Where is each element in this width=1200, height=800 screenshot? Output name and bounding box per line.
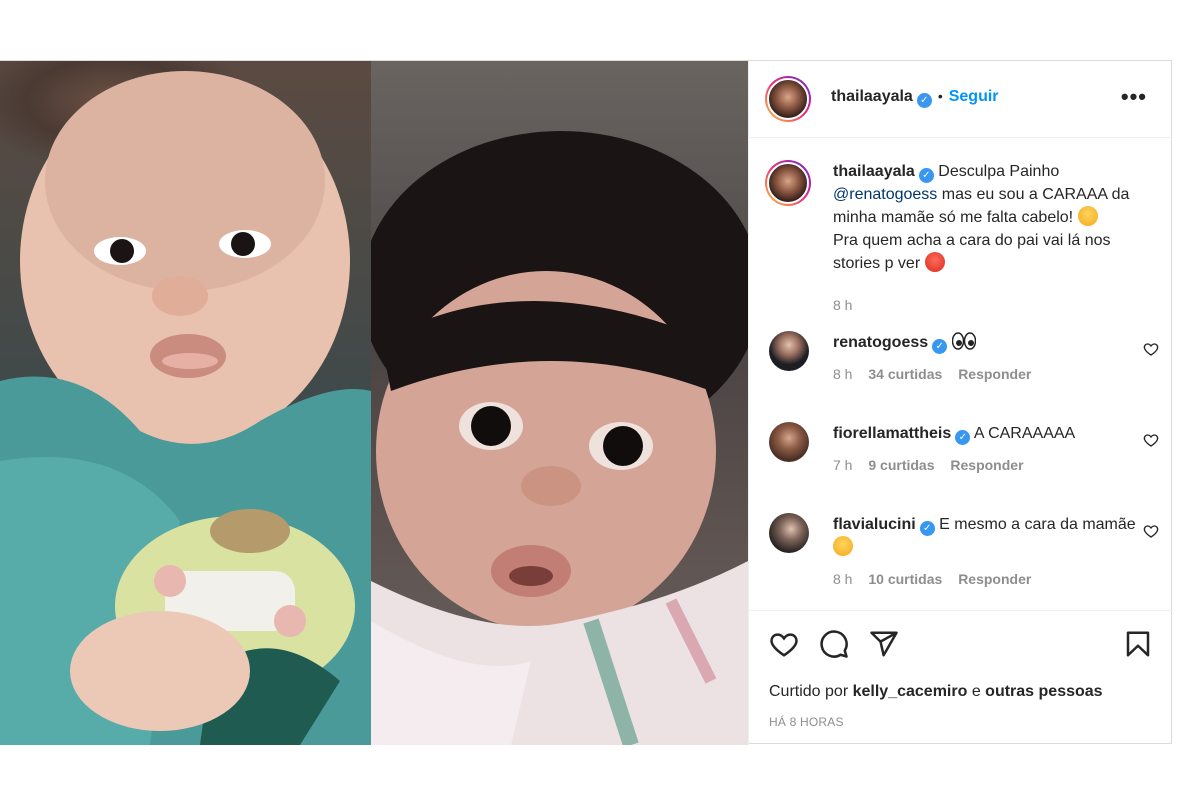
comment-like-heart-icon[interactable] xyxy=(1143,523,1159,539)
liked-by-others-link[interactable]: outras pessoas xyxy=(985,683,1102,700)
comment-username[interactable]: renatogoess xyxy=(833,334,928,351)
caption: thailaayala ✓ Desculpa Painho @renatogoes… xyxy=(765,160,1159,313)
comments-list[interactable]: thailaayala ✓ Desculpa Painho @renatogoes… xyxy=(749,138,1173,610)
comment-username[interactable]: fiorellamattheis xyxy=(833,425,951,442)
verified-badge-icon: ✓ xyxy=(916,93,932,108)
comment-item: flavialucini ✓ E mesmo a cara da mamãe 8 … xyxy=(769,513,1159,587)
comment-time[interactable]: 8 h xyxy=(833,571,852,587)
verified-badge-icon: ✓ xyxy=(932,339,948,354)
liked-by-joiner: e xyxy=(971,683,981,700)
comment-likes[interactable]: 9 curtidas xyxy=(868,457,934,473)
comment-meta: 7 h 9 curtidas Responder xyxy=(833,457,1159,473)
comment-username[interactable]: flavialucini xyxy=(833,516,916,533)
reply-button[interactable]: Responder xyxy=(958,366,1031,382)
verified-badge-icon: ✓ xyxy=(918,168,934,183)
comment-time[interactable]: 8 h xyxy=(833,366,852,382)
action-bar xyxy=(769,629,1153,659)
comment-item: renatogoess ✓ 8 h 34 curtidas Responder xyxy=(769,331,1159,382)
post-header: thailaayala ✓ • Seguir ••• xyxy=(749,61,1173,138)
instagram-post: thailaayala ✓ • Seguir ••• thailaayala ✓ Des… xyxy=(0,60,1173,745)
eyes-emoji xyxy=(951,332,976,350)
liked-by-user-link[interactable]: kelly_cacemiro xyxy=(853,683,968,700)
baby-photo-right xyxy=(371,61,748,745)
comment-avatar[interactable] xyxy=(769,422,809,462)
caption-meta: 8 h xyxy=(833,297,1159,313)
caption-text: thailaayala ✓ Desculpa Painho @renatogoes… xyxy=(833,160,1159,275)
post-image[interactable] xyxy=(0,61,748,745)
author-avatar[interactable] xyxy=(765,76,811,122)
reply-button[interactable]: Responder xyxy=(950,457,1023,473)
follow-button[interactable]: Seguir xyxy=(949,88,999,105)
comment-meta: 8 h 10 curtidas Responder xyxy=(833,571,1159,587)
caption-username[interactable]: thailaayala xyxy=(833,163,915,180)
hugging-face-emoji xyxy=(1077,206,1098,226)
heart-icon[interactable] xyxy=(769,629,799,659)
caption-text-start: Desculpa Painho xyxy=(938,163,1060,180)
comment-text: flavialucini ✓ E mesmo a cara da mamãe xyxy=(833,513,1159,559)
bookmark-icon[interactable] xyxy=(1123,629,1153,659)
comment-like-heart-icon[interactable] xyxy=(1143,341,1159,357)
comment-meta: 8 h 34 curtidas Responder xyxy=(833,366,1159,382)
comment-text: renatogoess ✓ xyxy=(833,331,1159,354)
verified-badge-icon: ✓ xyxy=(955,430,971,445)
paper-plane-icon[interactable] xyxy=(869,629,899,659)
post-timestamp[interactable]: HÁ 8 HORAS xyxy=(769,715,844,729)
comment-icon[interactable] xyxy=(819,629,849,659)
post-sidebar: thailaayala ✓ • Seguir ••• thailaayala ✓ Des… xyxy=(748,61,1173,745)
caption-time[interactable]: 8 h xyxy=(833,297,852,313)
caption-avatar[interactable] xyxy=(765,160,811,206)
caption-mention-link[interactable]: @renatogoess xyxy=(833,186,937,203)
comment-body: A CARAAAAA xyxy=(973,425,1076,442)
angry-face-emoji xyxy=(924,252,945,272)
verified-badge-icon: ✓ xyxy=(919,521,935,536)
comment-likes[interactable]: 10 curtidas xyxy=(868,571,942,587)
post-footer: Curtido por kelly_cacemiro e outras pess… xyxy=(749,610,1173,745)
separator-dot: • xyxy=(937,88,943,104)
comment-body: E mesmo a cara da mamãe xyxy=(939,516,1136,533)
liked-by-line: Curtido por kelly_cacemiro e outras pess… xyxy=(769,683,1103,701)
comment-avatar[interactable] xyxy=(769,513,809,553)
comment-like-heart-icon[interactable] xyxy=(1143,432,1159,448)
caption-text-line2: Pra quem acha a cara do pai vai lá nos s… xyxy=(833,232,1111,272)
more-options-icon[interactable]: ••• xyxy=(1121,86,1147,108)
liked-by-prefix: Curtido por xyxy=(769,683,849,700)
comment-likes[interactable]: 34 curtidas xyxy=(868,366,942,382)
comment-avatar[interactable] xyxy=(769,331,809,371)
comment-text: fiorellamattheis ✓ A CARAAAAA xyxy=(833,422,1159,445)
comment-time[interactable]: 7 h xyxy=(833,457,852,473)
heart-eyes-emoji xyxy=(833,536,853,556)
comment-item: fiorellamattheis ✓ A CARAAAAA 7 h 9 curti… xyxy=(769,422,1159,473)
baby-photo-left xyxy=(0,61,371,745)
author-username[interactable]: thailaayala xyxy=(831,88,913,105)
header-author-line: thailaayala ✓ • Seguir xyxy=(831,88,999,108)
reply-button[interactable]: Responder xyxy=(958,571,1031,587)
